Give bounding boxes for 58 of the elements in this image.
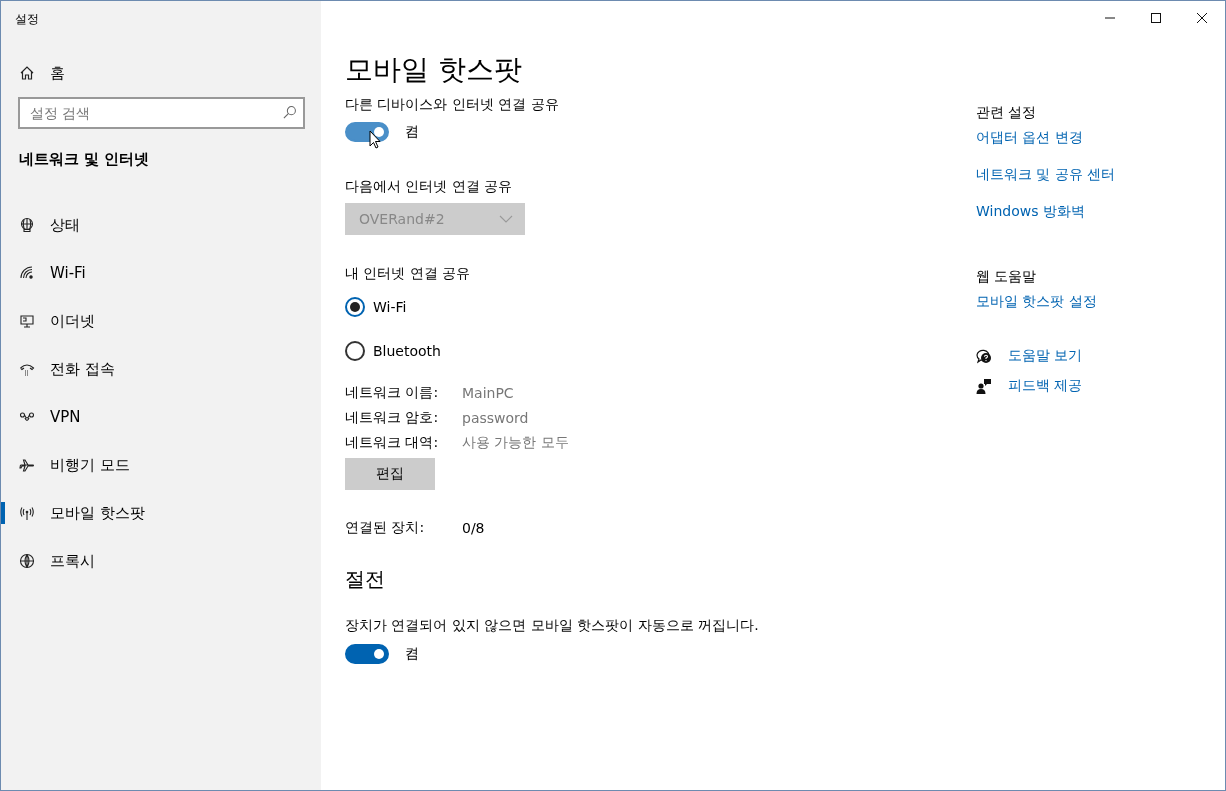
setting-label: 다른 디바이스와 인터넷 연결 공유 [345, 96, 559, 114]
setting-label: 다음에서 인터넷 연결 공유 [345, 178, 513, 196]
help-link[interactable]: 피드백 제공 [1008, 377, 1083, 395]
ethernet-icon [19, 313, 35, 329]
radio-option[interactable]: Wi-Fi [345, 297, 407, 317]
settings-link[interactable]: 어댑터 옵션 변경 [976, 129, 1083, 147]
detail-value: 0/8 [462, 520, 485, 536]
page-title: 모바일 핫스팟 [345, 52, 522, 88]
detail-value: MainPC [462, 385, 514, 401]
radio-circle[interactable] [345, 341, 365, 361]
detail-value: password [462, 410, 529, 426]
toggle-state: 켬 [405, 645, 419, 663]
nav-item[interactable]: 상태 [1, 201, 321, 249]
section-title: 네트워크 및 인터넷 [18, 149, 151, 170]
detail-label: 연결된 장치: [345, 519, 426, 537]
toggle-state: 켬 [405, 123, 419, 141]
airplane-icon [19, 457, 35, 473]
detail-value: 사용 가능한 모두 [462, 434, 569, 452]
cursor-icon [369, 130, 381, 149]
detail-label: 네트워크 암호: [345, 409, 440, 427]
settings-link[interactable]: 네트워크 및 공유 센터 [976, 166, 1116, 184]
radio-circle[interactable] [345, 297, 365, 317]
section-heading: 절전 [345, 566, 385, 593]
wifi-icon [19, 265, 35, 281]
help-chat-icon [976, 348, 992, 364]
person-feedback-icon [976, 378, 992, 394]
help-heading: 웹 도움말 [976, 268, 1037, 286]
toggle-switch[interactable] [345, 644, 389, 664]
setting-label: 내 인터넷 연결 공유 [345, 265, 471, 283]
settings-link[interactable]: Windows 방화벽 [976, 203, 1085, 221]
toggle-switch[interactable] [345, 122, 389, 142]
nav-item[interactable]: Wi-Fi [1, 249, 321, 297]
detail-label: 네트워크 대역: [345, 434, 440, 452]
globe-monitor-icon [19, 217, 35, 233]
help-link[interactable]: 도움말 보기 [1008, 347, 1083, 365]
nav-item[interactable]: VPN [1, 393, 321, 441]
radio-option[interactable]: Bluetooth [345, 341, 441, 361]
nav-item[interactable]: 프록시 [1, 537, 321, 585]
edit-button[interactable]: 편집 [345, 458, 435, 490]
home-link[interactable]: 홈 [1, 49, 321, 97]
hotspot-icon [19, 505, 35, 521]
nav-item[interactable]: 모바일 핫스팟 [1, 489, 321, 537]
search-icon [282, 105, 297, 120]
home-icon [19, 65, 35, 81]
nav-item[interactable]: 비행기 모드 [1, 441, 321, 489]
chevron-down-icon [499, 215, 513, 223]
phone-icon [19, 361, 35, 377]
globe-icon [19, 553, 35, 569]
nav-item[interactable]: 전화 접속 [1, 345, 321, 393]
window-title: 설정 [14, 11, 40, 28]
close-icon[interactable] [1197, 13, 1207, 23]
setting-description: 장치가 연결되어 있지 않으면 모바일 핫스팟이 자동으로 꺼집니다. [345, 617, 759, 635]
detail-label: 네트워크 이름: [345, 384, 440, 402]
maximize-icon[interactable] [1151, 13, 1161, 23]
related-heading: 관련 설정 [976, 104, 1037, 122]
help-link[interactable]: 모바일 핫스팟 설정 [976, 293, 1097, 311]
nav-item[interactable]: 이더넷 [1, 297, 321, 345]
search-field[interactable]: 설정 검색 [18, 97, 305, 129]
